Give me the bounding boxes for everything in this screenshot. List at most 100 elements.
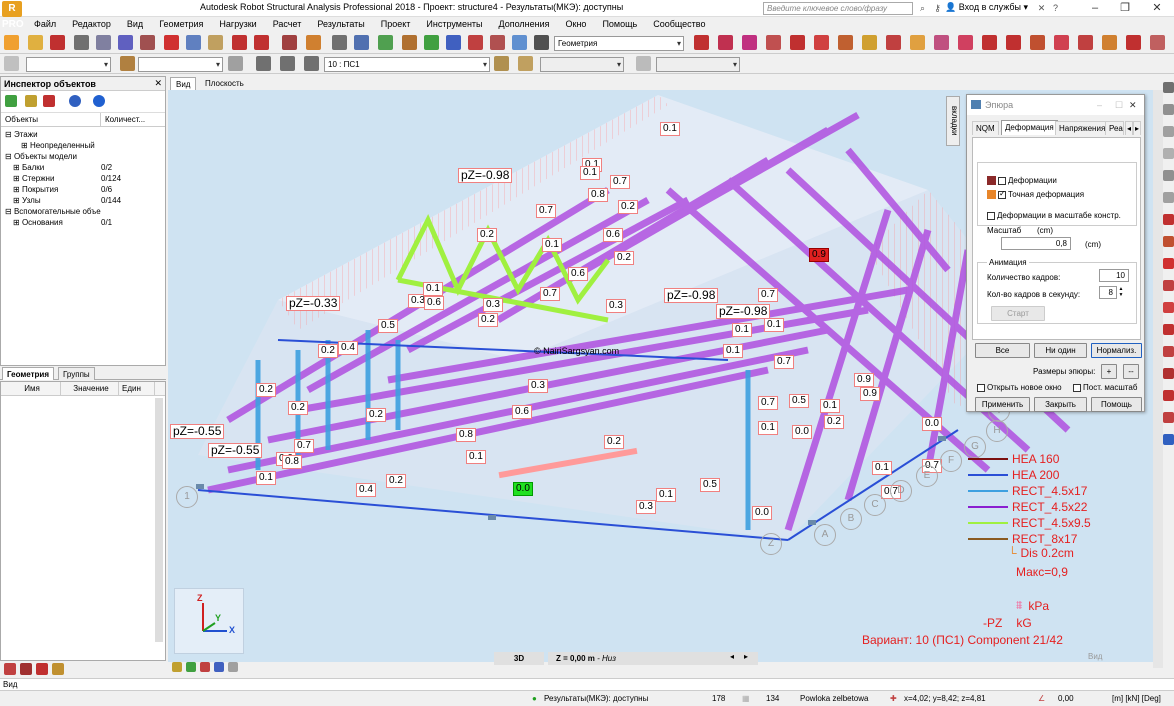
select-cursor-icon[interactable] — [4, 56, 19, 71]
filter-icon[interactable] — [228, 56, 243, 71]
search-icon[interactable]: ⌕ — [916, 2, 929, 15]
help-icon[interactable]: ? — [1049, 2, 1062, 15]
view-3d-icon[interactable] — [1126, 35, 1141, 50]
viewport-scrollbar[interactable] — [1153, 90, 1163, 668]
lock-icon[interactable] — [332, 35, 347, 50]
tab-scroll-right-icon[interactable]: ▸ — [1133, 121, 1141, 135]
rtool-icon-3[interactable] — [1163, 126, 1174, 137]
materials-icon[interactable] — [490, 35, 505, 50]
view-icon-5[interactable] — [790, 35, 805, 50]
selection-type-combo[interactable] — [26, 57, 111, 72]
rtool-icon-14[interactable] — [1163, 368, 1174, 379]
menu-window[interactable]: Окно — [558, 17, 595, 31]
report-icon[interactable] — [140, 35, 155, 50]
copy-icon[interactable] — [186, 35, 201, 50]
rtool-icon-15[interactable] — [1163, 390, 1174, 401]
snap-icon[interactable] — [378, 35, 393, 50]
tool-icon-1[interactable] — [4, 663, 16, 675]
tab-stresses[interactable]: Напряжения — [1055, 121, 1110, 135]
tree-item[interactable]: ⊞ Стержни 0/124 — [1, 173, 165, 184]
rotate-icon[interactable] — [1078, 35, 1093, 50]
zoom-in-icon[interactable] — [982, 35, 997, 50]
view-icon-3[interactable] — [742, 35, 757, 50]
section-combo[interactable] — [656, 57, 740, 72]
mode-icon[interactable] — [494, 56, 509, 71]
screen-capture-icon[interactable] — [118, 35, 133, 50]
view-icon-11[interactable] — [934, 35, 949, 50]
open-icon[interactable] — [28, 35, 43, 50]
rtool-icon-16[interactable] — [1163, 412, 1174, 423]
view-icon-8[interactable] — [862, 35, 877, 50]
prev-plane-icon[interactable]: ◂ — [730, 652, 734, 661]
help-button[interactable]: Помощь — [1091, 397, 1142, 412]
case-prev-icon[interactable] — [280, 56, 295, 71]
view-icon-7[interactable] — [838, 35, 853, 50]
tree-item[interactable]: ⊟ Этажи — [1, 129, 165, 140]
redo-icon[interactable] — [254, 35, 269, 50]
scale-input[interactable]: 0,8 — [1001, 237, 1071, 250]
close-button[interactable]: Закрыть — [1034, 397, 1087, 412]
menu-loads[interactable]: Нагрузки — [211, 17, 264, 31]
col-objects[interactable]: Объекты — [1, 113, 101, 126]
expand-icon[interactable]: ⊟ — [5, 152, 14, 161]
zoom-icon[interactable] — [354, 35, 369, 50]
tree-item[interactable]: ⊞ Основания 0/1 — [1, 217, 165, 228]
view-settings-icon[interactable] — [1150, 35, 1165, 50]
tab-scroll-left-icon[interactable]: ◂ — [1125, 121, 1133, 135]
frames-input[interactable]: 10 — [1099, 269, 1129, 282]
zoom-out-icon[interactable] — [1006, 35, 1021, 50]
dialog-close-icon[interactable]: ✕ — [1129, 95, 1137, 115]
tables-icon[interactable] — [282, 35, 297, 50]
tool-icon-2[interactable] — [20, 663, 32, 675]
supports-icon[interactable] — [424, 35, 439, 50]
tab-groups[interactable]: Группы — [58, 367, 95, 380]
filter-icon[interactable] — [25, 95, 37, 107]
scale-constr-checkbox[interactable] — [987, 211, 995, 220]
undo-icon[interactable] — [232, 35, 247, 50]
view-icon-4[interactable] — [766, 35, 781, 50]
col-name[interactable]: Имя — [1, 382, 61, 395]
structure-icon[interactable] — [402, 35, 417, 50]
new-icon[interactable] — [4, 35, 19, 50]
rtool-icon-8[interactable] — [1163, 236, 1174, 247]
apply-button[interactable]: Применить — [975, 397, 1030, 412]
case-display-icon[interactable] — [256, 56, 271, 71]
view-strip-icon-1[interactable] — [172, 662, 182, 672]
key-icon[interactable]: ⚷ — [931, 2, 944, 15]
tab-plane[interactable]: Плоскость — [200, 77, 249, 90]
menu-design[interactable]: Проект — [373, 17, 419, 31]
dialog-maximize-icon[interactable]: ☐ — [1115, 95, 1123, 115]
select-cases-icon[interactable] — [120, 56, 135, 71]
rtool-icon-1[interactable] — [1163, 82, 1174, 93]
units-display[interactable]: [m] [kN] [Deg] — [1112, 694, 1161, 703]
rtool-icon-12[interactable] — [1163, 324, 1174, 335]
rtool-icon-11[interactable] — [1163, 302, 1174, 313]
exchange-icon[interactable]: ✕ — [1035, 2, 1048, 15]
exact-color-swatch[interactable] — [987, 190, 996, 199]
sections-icon[interactable] — [446, 35, 461, 50]
all-button[interactable]: Все — [975, 343, 1030, 358]
loads-icon[interactable] — [468, 35, 483, 50]
work-plane-selector[interactable]: Z = 0,00 m - Низ — [548, 652, 758, 665]
tree-item[interactable]: ⊞ Балки 0/2 — [1, 162, 165, 173]
rtool-icon-4[interactable] — [1163, 148, 1174, 159]
menu-edit[interactable]: Редактор — [64, 17, 119, 31]
open-new-window-checkbox[interactable] — [977, 383, 985, 392]
menu-view[interactable]: Вид — [119, 17, 151, 31]
normalize-button[interactable]: Нормализ. — [1091, 343, 1142, 358]
pan-icon[interactable] — [1102, 35, 1117, 50]
restore-icon[interactable]: ❐ — [1110, 0, 1140, 16]
menu-addins[interactable]: Дополнения — [491, 17, 558, 31]
view-icon-10[interactable] — [910, 35, 925, 50]
tab-reactions[interactable]: Реа — [1105, 121, 1124, 135]
tab-deformation[interactable]: Деформация — [1001, 120, 1058, 135]
side-tabs-toggle[interactable]: вкладки — [946, 96, 960, 146]
exact-deformation-checkbox[interactable] — [998, 189, 1006, 199]
case-next-icon[interactable] — [304, 56, 319, 71]
menu-help[interactable]: Помощь — [594, 17, 645, 31]
fps-spinner-icon[interactable]: ▲ ▼ — [1118, 286, 1124, 299]
mode-combo[interactable] — [540, 57, 624, 72]
rtool-icon-10[interactable] — [1163, 280, 1174, 291]
menu-tools[interactable]: Инструменты — [418, 17, 490, 31]
zoom-all-icon[interactable] — [1054, 35, 1069, 50]
